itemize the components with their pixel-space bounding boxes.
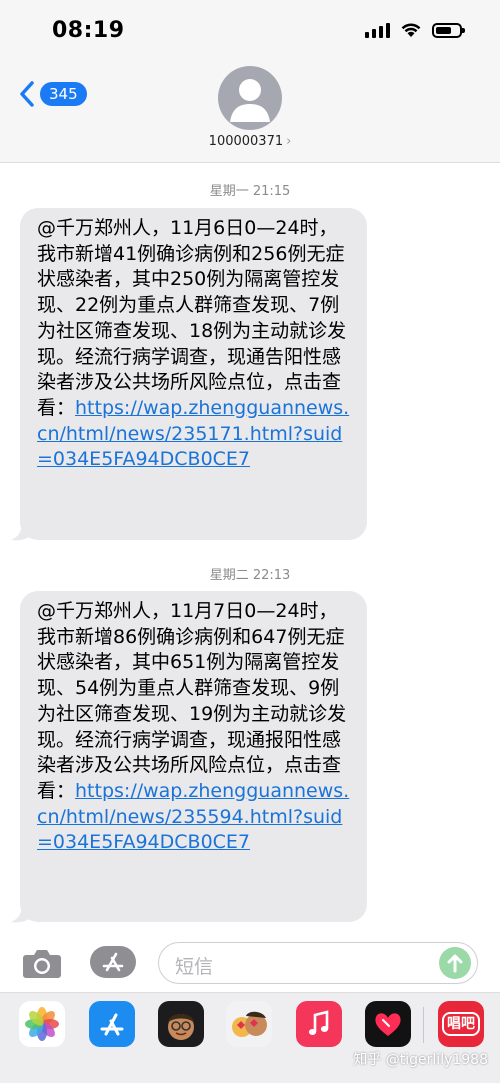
message-link[interactable]: https://wap.zhengguannews.cn/html/news/2… xyxy=(37,397,349,470)
chevron-left-icon xyxy=(20,81,34,107)
memoji-icon[interactable] xyxy=(158,1001,204,1047)
back-button[interactable]: 345 xyxy=(18,80,87,108)
watermark: 知乎 @tigerlily1988 xyxy=(353,1052,488,1068)
message-text: @千万郑州人，11月7日0—24时，我市新增86例确诊病例和647例无症状感染者… xyxy=(37,600,347,802)
cellular-signal-icon xyxy=(365,22,390,38)
contact-number: 100000371 xyxy=(208,134,284,149)
arrow-up-icon xyxy=(447,954,463,973)
changba-app-icon[interactable]: 唱吧 xyxy=(438,1001,484,1047)
heart-app-icon[interactable] xyxy=(365,1001,411,1047)
contact-name[interactable]: 100000371 › xyxy=(0,134,500,149)
battery-icon xyxy=(432,22,465,38)
app-drawer: 唱吧 知乎 @tigerlily1988 xyxy=(0,992,500,1083)
send-button[interactable] xyxy=(439,947,471,979)
message-input-placeholder: 短信 xyxy=(175,956,214,978)
message-input[interactable]: 短信 xyxy=(158,942,478,984)
app-store-icon[interactable] xyxy=(89,1001,135,1047)
person-icon xyxy=(230,79,270,122)
unread-count-badge: 345 xyxy=(40,82,87,106)
compose-bar: 短信 xyxy=(0,938,500,990)
memoji-stickers-icon[interactable] xyxy=(226,1001,272,1047)
message-link[interactable]: https://wap.zhengguannews.cn/html/news/2… xyxy=(37,780,349,853)
chevron-right-icon: › xyxy=(286,134,292,149)
message-bubble[interactable]: @千万郑州人，11月7日0—24时，我市新增86例确诊病例和647例无症状感染者… xyxy=(20,591,367,922)
app-store-icon xyxy=(102,952,124,972)
status-bar: 08:19 xyxy=(0,0,500,62)
message-bubble[interactable]: @千万郑州人，11月6日0—24时，我市新增41例确诊病例和256例无症状感染者… xyxy=(20,208,367,540)
changba-label: 唱吧 xyxy=(442,1012,480,1036)
camera-icon[interactable] xyxy=(22,947,62,979)
contact-avatar[interactable] xyxy=(218,66,282,130)
app-drawer-button[interactable] xyxy=(90,946,136,978)
message-timestamp: 星期二 22:13 xyxy=(209,568,291,583)
dock-divider xyxy=(423,1007,424,1043)
message-timestamp: 星期一 21:15 xyxy=(209,184,291,199)
status-icons xyxy=(365,22,465,38)
music-icon[interactable] xyxy=(296,1001,342,1047)
conversation-header: 345 100000371 › xyxy=(0,62,500,163)
status-time: 08:19 xyxy=(52,18,125,43)
photos-icon[interactable] xyxy=(19,1001,65,1047)
message-text: @千万郑州人，11月6日0—24时，我市新增41例确诊病例和256例无症状感染者… xyxy=(37,217,347,419)
wifi-icon xyxy=(401,23,421,37)
